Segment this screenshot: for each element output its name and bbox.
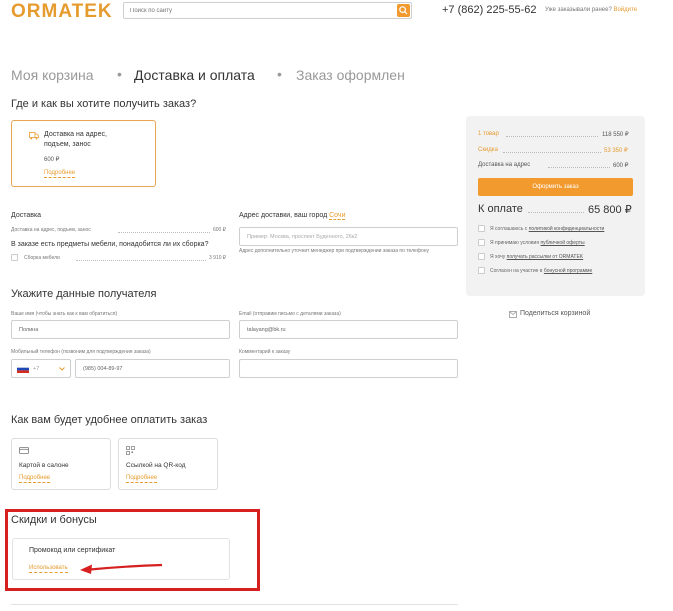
assembly-label: Сборка мебели: [24, 255, 60, 261]
phone-label: Мобильный телефон (позвоним для подтверж…: [11, 349, 151, 355]
place-order-button[interactable]: Оформить заказ: [478, 178, 633, 196]
summary-delivery-value: 600 ₽: [613, 163, 629, 169]
name-input[interactable]: Полина: [11, 320, 230, 339]
search-input[interactable]: [124, 3, 396, 18]
login-link[interactable]: Войдите: [613, 7, 637, 13]
newsletter-link[interactable]: получать рассылки от ORMATEK: [507, 254, 584, 260]
country-code-select[interactable]: +7: [11, 359, 71, 378]
offer-consent-text: Я принимаю условия: [490, 240, 540, 246]
bonus-checkbox[interactable]: [478, 267, 485, 274]
bonus-consent-text: Согласен на участие в: [490, 268, 543, 274]
email-label: Email (отправим письмо с деталями заказа…: [239, 311, 341, 317]
card-icon: [19, 447, 29, 454]
dotted-leader: [506, 136, 598, 137]
summary-items-value: 118 550 ₽: [602, 132, 629, 138]
delivery-option-more-link[interactable]: Подробнее: [44, 169, 76, 178]
newsletter-checkbox[interactable]: [478, 253, 485, 260]
delivery-line-price: 600 ₽: [213, 227, 226, 233]
dotted-leader: [528, 212, 584, 213]
qr-icon: [126, 446, 135, 455]
payment-option-qr-link[interactable]: Подробнее: [126, 474, 158, 483]
name-label: Ваше имя (чтобы знать как к вам обратить…: [11, 311, 118, 317]
dotted-leader: [548, 167, 610, 168]
total-label: К оплате: [478, 203, 523, 215]
share-cart-link[interactable]: Поделиться корзиной: [520, 310, 590, 317]
search-button[interactable]: [397, 4, 410, 17]
address-label-text: Адрес доставки, ваш город: [239, 212, 328, 219]
public-offer-link[interactable]: публичной оферты: [540, 240, 584, 246]
offer-consent: Я принимаю условия публичной оферты: [490, 240, 585, 246]
comment-label: Комментарий к заказу: [239, 349, 291, 355]
assembly-checkbox[interactable]: [11, 254, 18, 261]
assembly-question: В заказе есть предметы мебели, понадобит…: [11, 241, 209, 248]
share-icon: [509, 311, 517, 318]
payment-option-card-label: Картой в салоне: [19, 462, 69, 469]
discounts-heading: Скидки и бонусы: [11, 514, 97, 526]
privacy-consent: Я соглашаюсь с политикой конфиденциально…: [490, 226, 604, 232]
arrow-annotation-icon: [80, 563, 163, 574]
summary-discount-value: 53 350 ₽: [604, 148, 628, 154]
login-question: Уже заказывали ранее?: [545, 7, 612, 13]
step-cart[interactable]: Моя корзина: [11, 67, 94, 83]
city-select-link[interactable]: Сочи: [329, 212, 346, 220]
bonus-consent: Согласен на участие в бонусной программе: [490, 268, 592, 274]
comment-input[interactable]: [239, 359, 458, 378]
payment-heading: Как вам будет удобнее оплатить заказ: [11, 414, 208, 426]
privacy-consent-text: Я соглашаюсь с: [490, 226, 528, 232]
dotted-leader: [76, 260, 206, 261]
delivery-option-title-1: Доставка на адрес,: [44, 131, 107, 138]
address-label: Адрес доставки, ваш город Сочи: [239, 212, 346, 220]
summary-items-label[interactable]: 1 товар: [478, 131, 499, 137]
email-value: talayang@bk.ru: [247, 327, 286, 333]
address-hint: Адрес дополнительно уточнит менеджер при…: [239, 248, 429, 254]
search-box[interactable]: [123, 2, 412, 19]
truck-icon: [29, 132, 39, 140]
logo[interactable]: ORMATEK: [11, 1, 113, 23]
dotted-leader: [118, 232, 210, 233]
step-done: Заказ оформлен: [296, 67, 405, 83]
section-divider: [11, 604, 458, 605]
delivery-section-label: Доставка: [11, 212, 42, 219]
step-delivery: Доставка и оплата: [134, 67, 255, 83]
email-input[interactable]: talayang@bk.ru: [239, 320, 458, 339]
delivery-option-price: 600 ₽: [44, 157, 60, 163]
step-separator: •: [117, 66, 122, 82]
offer-checkbox[interactable]: [478, 239, 485, 246]
delivery-option-title-2: подъем, занос: [44, 141, 91, 148]
payment-option-qr-label: Ссылкой на QR-код: [126, 462, 186, 469]
phone-input[interactable]: (985) 004-89-97: [75, 359, 230, 378]
name-value: Полина: [19, 327, 39, 333]
summary-discount-label: Скидка: [478, 147, 498, 153]
summary-delivery-label: Доставка на адрес: [478, 162, 531, 168]
russia-flag-icon: [17, 365, 29, 373]
dotted-leader: [503, 152, 601, 153]
newsletter-consent-text: Я хочу: [490, 254, 506, 260]
address-placeholder: Пример: Москва, проспект Буденного, 26к2: [247, 234, 358, 240]
search-icon: [399, 6, 408, 15]
bonus-program-link[interactable]: бонусной программе: [544, 268, 592, 274]
delivery-line-label: Доставка на адрес, подъем, занос: [11, 227, 91, 233]
total-value: 65 800 ₽: [588, 204, 632, 216]
privacy-checkbox[interactable]: [478, 225, 485, 232]
phone-code: +7: [33, 366, 40, 372]
phone-value: (985) 004-89-97: [83, 366, 123, 372]
payment-option-card-link[interactable]: Подробнее: [19, 474, 51, 483]
assembly-price: 3 910 ₽: [209, 255, 227, 261]
chevron-down-icon: [59, 367, 65, 371]
promo-use-link[interactable]: Использовать: [29, 564, 68, 573]
newsletter-consent: Я хочу получать рассылки от ORMATEK: [490, 254, 583, 260]
phone-number[interactable]: +7 (862) 225-55-62: [442, 4, 536, 16]
promo-title: Промокод или сертификат: [29, 547, 116, 554]
privacy-policy-link[interactable]: политикой конфиденциальности: [529, 226, 605, 232]
login-prompt: Уже заказывали ранее? Войдите: [545, 7, 637, 13]
address-input[interactable]: Пример: Москва, проспект Буденного, 26к2: [239, 227, 458, 246]
recipient-heading: Укажите данные получателя: [11, 288, 157, 300]
step-separator: •: [277, 66, 282, 82]
delivery-heading: Где и как вы хотите получить заказ?: [11, 98, 197, 110]
